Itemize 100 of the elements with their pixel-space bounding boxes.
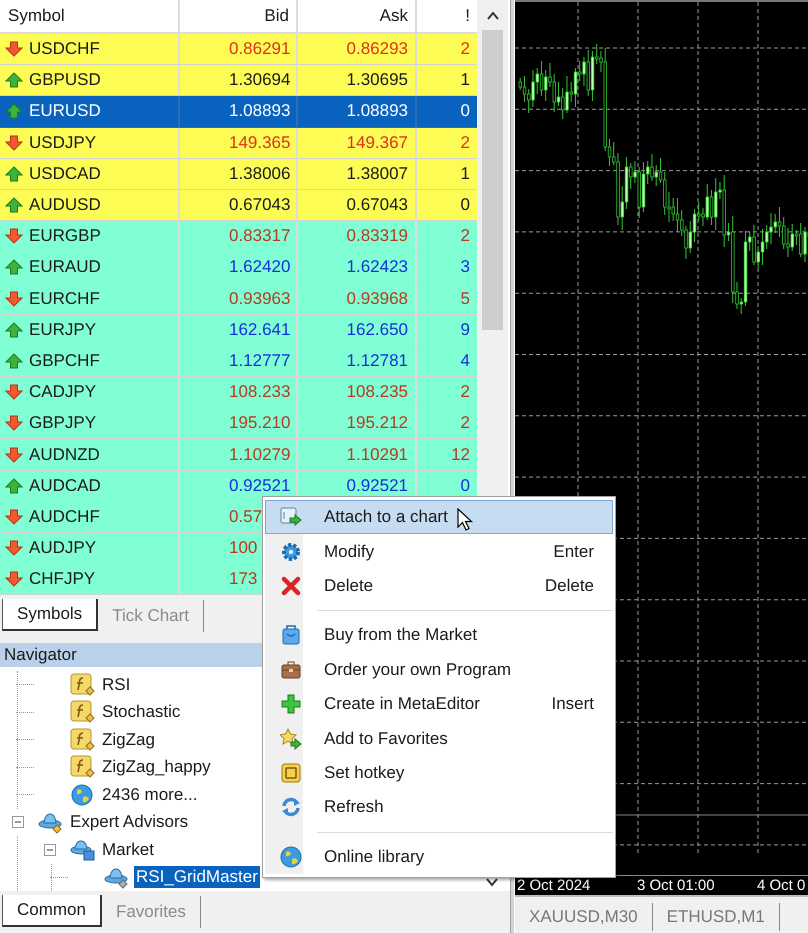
function-icon bbox=[70, 700, 96, 724]
ask-price: 195.212 bbox=[346, 413, 408, 434]
bid-price: 0.57 bbox=[229, 506, 262, 527]
ask-price: 1.12781 bbox=[346, 350, 408, 371]
menu-label: Create in MetaEditor bbox=[324, 694, 480, 714]
bid-price: 1.10279 bbox=[229, 444, 290, 465]
keycap-icon bbox=[280, 762, 302, 784]
menu-label: Attach to a chart bbox=[324, 507, 448, 528]
ask-price: 1.38007 bbox=[346, 164, 408, 184]
symbol-name: AUDJPY bbox=[29, 538, 96, 558]
spread-value: 2 bbox=[460, 132, 470, 153]
symbol-row[interactable]: USDCAD 1.38006 1.38007 1 bbox=[0, 158, 477, 190]
menu-item[interactable]: Add to Favorites bbox=[265, 721, 613, 756]
symbol-row[interactable]: EURCHF 0.93963 0.93968 5 bbox=[0, 284, 477, 315]
symbol-name: CADJPY bbox=[29, 382, 96, 402]
spread-value: 9 bbox=[460, 320, 470, 340]
symbol-name: GBPUSD bbox=[29, 70, 101, 90]
symbol-row[interactable]: EURJPY 162.641 162.650 9 bbox=[0, 314, 477, 346]
menu-label: Modify bbox=[324, 542, 374, 562]
gear-icon bbox=[280, 540, 302, 563]
symbol-row[interactable]: AUDNZD 1.10279 1.10291 12 bbox=[0, 439, 477, 471]
symbol-name: EURJPY bbox=[29, 320, 96, 340]
bid-price: 149.365 bbox=[229, 132, 290, 153]
symbol-name: AUDCAD bbox=[29, 476, 101, 496]
menu-item[interactable]: Attach to a chart bbox=[265, 500, 613, 534]
bid-price: 1.62420 bbox=[229, 257, 290, 278]
tree-item[interactable]: RSI bbox=[100, 674, 132, 696]
menu-label: Refresh bbox=[324, 797, 384, 818]
ask-price: 162.650 bbox=[346, 320, 408, 340]
symbol-name: USDCHF bbox=[29, 39, 100, 60]
spread-value: 4 bbox=[460, 350, 470, 371]
tree-item[interactable]: ZigZag_happy bbox=[100, 756, 213, 778]
function-icon bbox=[70, 728, 96, 752]
ask-price: 0.86293 bbox=[346, 39, 408, 60]
menu-label: Add to Favorites bbox=[324, 728, 448, 749]
briefcase-icon bbox=[280, 658, 302, 681]
menu-item[interactable]: Refresh bbox=[265, 790, 613, 825]
symbol-row[interactable]: USDCHF 0.86291 0.86293 2 bbox=[0, 34, 477, 66]
scrollbar-thumb[interactable] bbox=[482, 30, 503, 330]
symbol-row[interactable]: EURAUD 1.62420 1.62423 3 bbox=[0, 252, 477, 284]
symbol-row[interactable]: USDJPY 149.365 149.367 2 bbox=[0, 128, 477, 159]
spread-value: 0 bbox=[460, 476, 470, 496]
symbol-row[interactable]: AUDCAD 0.92521 0.92521 0 bbox=[0, 470, 477, 502]
symbol-row[interactable]: AUDUSD 0.67043 0.67043 0 bbox=[0, 190, 477, 222]
ask-price: 1.62423 bbox=[346, 257, 408, 278]
star-arrow-icon bbox=[280, 728, 302, 750]
symbol-row[interactable]: GBPCHF 1.12777 1.12781 4 bbox=[0, 346, 477, 378]
tree-item[interactable]: RSI_GridMaster bbox=[134, 866, 260, 888]
tree-item[interactable]: ZigZag bbox=[100, 728, 157, 751]
bid-price: 162.641 bbox=[229, 320, 290, 340]
menu-item[interactable]: Create in MetaEditor Insert bbox=[265, 686, 613, 722]
time-label: 2 Oct 2024 bbox=[516, 877, 592, 894]
symbol-row[interactable]: GBPUSD 1.30694 1.30695 1 bbox=[0, 65, 477, 96]
bid-price: 1.30694 bbox=[229, 70, 290, 90]
symbol-row[interactable]: GBPJPY 195.210 195.212 2 bbox=[0, 408, 477, 440]
symbol-row[interactable]: EURGBP 0.83317 0.83319 2 bbox=[0, 221, 477, 252]
tree-item[interactable]: Stochastic bbox=[100, 701, 182, 724]
symbol-name: EURGBP bbox=[29, 226, 101, 246]
tab[interactable]: Symbols bbox=[2, 599, 98, 632]
spread-value: 1 bbox=[460, 164, 470, 184]
menu-item[interactable]: Set hotkey bbox=[265, 756, 613, 790]
refresh-icon bbox=[280, 796, 302, 818]
tree-item[interactable]: Expert Advisors bbox=[68, 811, 190, 834]
ask-price: 0.93968 bbox=[346, 288, 408, 309]
menu-item[interactable]: Online library bbox=[265, 840, 613, 874]
menu-label: Set hotkey bbox=[324, 762, 404, 783]
bid-price: 108.233 bbox=[229, 382, 290, 402]
spread-value: 2 bbox=[460, 382, 470, 402]
tree-item[interactable]: Market bbox=[100, 838, 156, 861]
bid-price: 0.86291 bbox=[229, 39, 290, 60]
shortcut-label: Insert bbox=[551, 694, 594, 714]
hat-basket-icon bbox=[70, 838, 96, 862]
time-label: 3 Oct 01:00 bbox=[636, 877, 716, 894]
chart-arrow-icon bbox=[280, 506, 302, 528]
menu-label: Online library bbox=[324, 846, 424, 867]
tab[interactable]: Common bbox=[2, 895, 102, 927]
collapse-icon[interactable] bbox=[12, 816, 24, 828]
symbol-name: AUDNZD bbox=[29, 444, 100, 465]
collapse-icon[interactable] bbox=[44, 844, 56, 856]
plus-icon bbox=[280, 693, 302, 716]
ask-price: 1.08893 bbox=[346, 101, 408, 122]
spread-value: 0 bbox=[460, 101, 470, 122]
spread-value: 5 bbox=[460, 288, 470, 309]
symbol-name: AUDUSD bbox=[29, 195, 101, 216]
symbol-name: EURCHF bbox=[29, 288, 100, 309]
symbol-name: GBPJPY bbox=[29, 413, 96, 434]
ask-price: 0.67043 bbox=[346, 195, 408, 216]
tree-item[interactable]: 2436 more... bbox=[100, 784, 200, 806]
symbol-name: EURAUD bbox=[29, 257, 101, 278]
spread-value: 2 bbox=[460, 39, 470, 60]
bid-price: 1.38006 bbox=[229, 164, 290, 184]
symbol-row[interactable]: CADJPY 108.233 108.235 2 bbox=[0, 377, 477, 408]
ask-price: 0.92521 bbox=[346, 476, 408, 496]
bag-icon bbox=[280, 624, 302, 646]
bid-price: 0.83317 bbox=[229, 226, 290, 246]
bid-price: 1.12777 bbox=[229, 350, 290, 371]
spread-value: 12 bbox=[451, 444, 470, 465]
shortcut-label: Delete bbox=[544, 576, 594, 596]
ask-price: 1.30695 bbox=[346, 70, 408, 90]
symbol-row[interactable]: EURUSD 1.08893 1.08893 0 bbox=[0, 96, 477, 128]
